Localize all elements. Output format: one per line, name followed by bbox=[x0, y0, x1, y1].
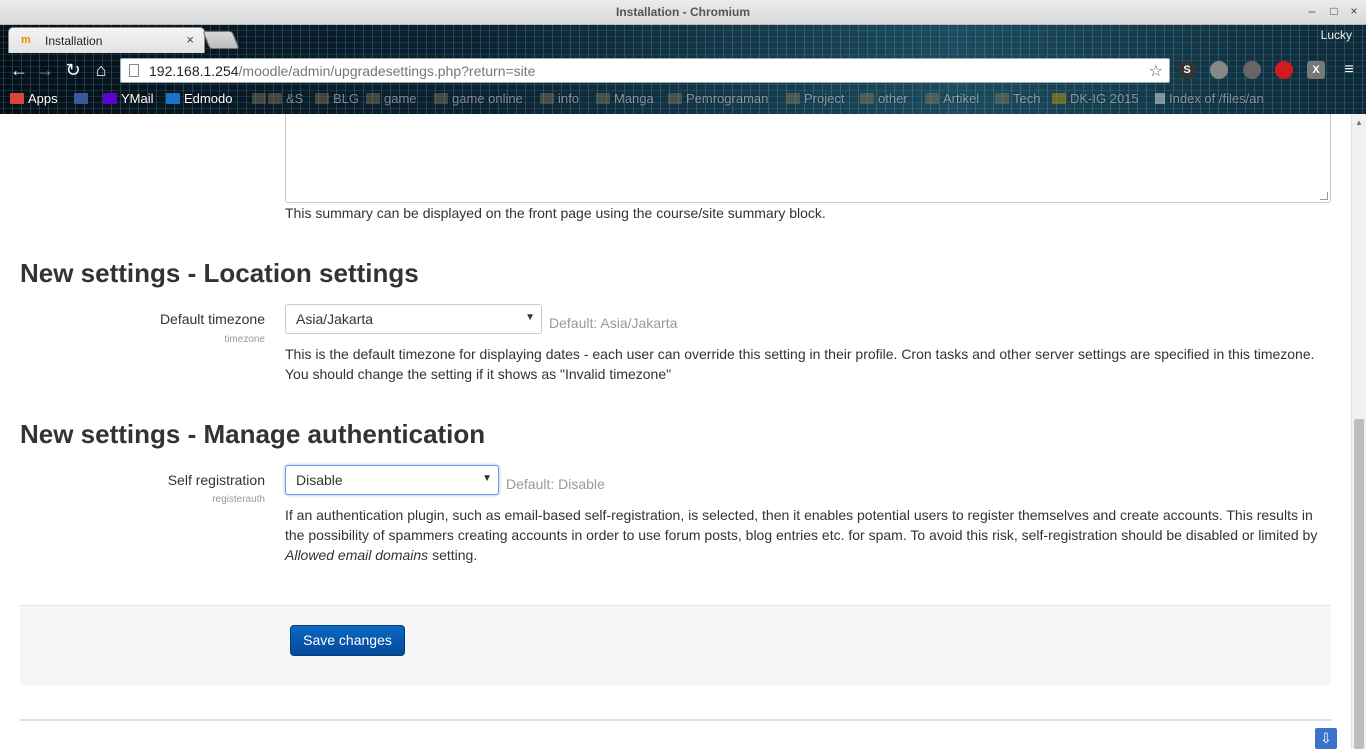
browser-chrome: m Installation × Lucky ← → ↻ ⌂ 192.168.1… bbox=[0, 25, 1366, 114]
extension-s-icon[interactable]: S bbox=[1178, 61, 1196, 79]
vertical-scrollbar[interactable]: ▲ bbox=[1351, 114, 1366, 749]
page-icon bbox=[1155, 93, 1165, 104]
facebook-icon bbox=[74, 93, 88, 104]
site-summary-textarea[interactable] bbox=[285, 114, 1331, 203]
bookmark-folder-2[interactable]: &S bbox=[268, 91, 303, 106]
scroll-down-arrow-icon[interactable]: ⇩ bbox=[1315, 728, 1337, 749]
folder-icon bbox=[252, 93, 266, 104]
window-title: Installation - Chromium bbox=[615, 5, 750, 19]
summary-description: This summary can be displayed on the fro… bbox=[285, 205, 826, 221]
timezone-default: Default: Asia/Jakarta bbox=[549, 315, 678, 331]
apps-grid-icon bbox=[10, 93, 24, 104]
maximize-icon[interactable]: □ bbox=[1326, 3, 1342, 19]
self-registration-key: registerauth bbox=[212, 494, 265, 505]
bookmark-edmodo[interactable]: Edmodo bbox=[166, 91, 232, 106]
address-bar[interactable]: 192.168.1.254/moodle/admin/upgradesettin… bbox=[120, 58, 1170, 83]
bookmark-apps[interactable]: Apps bbox=[10, 91, 58, 106]
yahoo-icon bbox=[103, 93, 117, 104]
url-text[interactable]: 192.168.1.254/moodle/admin/upgradesettin… bbox=[149, 63, 535, 79]
location-settings-heading: New settings - Location settings bbox=[20, 258, 419, 288]
bookmark-folder-8[interactable]: Pemrograman bbox=[668, 91, 768, 106]
minimize-icon[interactable]: – bbox=[1304, 3, 1320, 19]
authentication-heading: New settings - Manage authentication bbox=[20, 419, 486, 449]
scroll-up-icon[interactable]: ▲ bbox=[1355, 118, 1363, 127]
bookmarks-bar: Apps YMail Edmodo &S BLG game game onlin… bbox=[0, 86, 1366, 112]
save-changes-button[interactable]: Save changes bbox=[290, 625, 405, 656]
tab-installation[interactable]: m Installation × bbox=[8, 27, 205, 53]
bookmark-star-icon[interactable]: ☆ bbox=[1149, 61, 1163, 81]
bookmark-folder-3[interactable]: BLG bbox=[315, 91, 359, 106]
page-icon bbox=[129, 64, 139, 77]
browser-toolbar: ← → ↻ ⌂ 192.168.1.254/moodle/admin/upgra… bbox=[0, 54, 1366, 85]
allowed-email-domains-link: Allowed email domains bbox=[285, 547, 429, 563]
folder-icon bbox=[668, 93, 682, 104]
resize-grip-icon[interactable] bbox=[1320, 192, 1328, 200]
timezone-select[interactable]: Asia/Jakarta ▼ bbox=[285, 304, 542, 334]
bookmark-folder-12[interactable]: Tech bbox=[995, 91, 1040, 106]
extension-cloud-icon[interactable] bbox=[1210, 61, 1228, 79]
folder-icon bbox=[925, 93, 939, 104]
folder-icon bbox=[786, 93, 800, 104]
back-arrow-icon[interactable]: ← bbox=[8, 59, 30, 81]
chevron-down-icon: ▼ bbox=[525, 312, 535, 323]
registration-description-line2: the possibility of spammers creating acc… bbox=[285, 527, 1318, 543]
folder-icon bbox=[434, 93, 448, 104]
timezone-description-line2: You should change the setting if it show… bbox=[285, 366, 672, 382]
bookmark-facebook[interactable] bbox=[74, 91, 92, 106]
self-registration-label: Self registration bbox=[167, 472, 265, 488]
edmodo-icon bbox=[166, 93, 180, 104]
tab-label: Installation bbox=[45, 34, 103, 48]
folder-icon bbox=[540, 93, 554, 104]
footer-divider bbox=[20, 719, 1331, 721]
menu-icon[interactable]: ≡ bbox=[1338, 59, 1360, 81]
folder-icon bbox=[366, 93, 380, 104]
extension-globe-icon[interactable] bbox=[1243, 61, 1261, 79]
bookmark-folder-10[interactable]: other bbox=[860, 91, 908, 106]
bookmark-folder-9[interactable]: Project bbox=[786, 91, 844, 106]
extension-opera-icon[interactable] bbox=[1275, 61, 1293, 79]
bookmark-ymail[interactable]: YMail bbox=[103, 91, 154, 106]
extension-x-icon[interactable]: X bbox=[1307, 61, 1325, 79]
bookmark-folder-5[interactable]: game online bbox=[434, 91, 523, 106]
bookmark-folder-7[interactable]: Manga bbox=[596, 91, 654, 106]
timezone-label: Default timezone bbox=[159, 311, 265, 327]
bookmark-folder-4[interactable]: game bbox=[366, 91, 417, 106]
page-content: This summary can be displayed on the fro… bbox=[0, 114, 1351, 749]
tab-close-icon[interactable]: × bbox=[186, 32, 194, 47]
bookmark-dk-ig[interactable]: DK-IG 2015 bbox=[1052, 91, 1139, 106]
chevron-down-icon: ▼ bbox=[482, 473, 492, 484]
dk-icon bbox=[1052, 93, 1066, 104]
window-titlebar: Installation - Chromium – □ × bbox=[0, 0, 1366, 25]
folder-icon bbox=[315, 93, 329, 104]
moodle-favicon-icon: m bbox=[21, 34, 31, 46]
bookmark-folder-6[interactable]: info bbox=[540, 91, 579, 106]
folder-icon bbox=[596, 93, 610, 104]
form-actions: Save changes bbox=[20, 605, 1331, 685]
forward-arrow-icon[interactable]: → bbox=[34, 59, 56, 81]
scrollbar-thumb[interactable] bbox=[1354, 419, 1364, 749]
new-tab-button[interactable] bbox=[202, 31, 240, 49]
reload-icon[interactable]: ↻ bbox=[62, 59, 84, 81]
registration-description-line3: Allowed email domains setting. bbox=[285, 547, 478, 563]
home-icon[interactable]: ⌂ bbox=[90, 59, 112, 81]
self-registration-select[interactable]: Disable ▼ bbox=[285, 465, 499, 495]
folder-icon bbox=[268, 93, 282, 104]
folder-icon bbox=[995, 93, 1009, 104]
bookmark-index-files[interactable]: Index of /files/an bbox=[1155, 91, 1264, 106]
registration-description-line1: If an authentication plugin, such as ema… bbox=[285, 507, 1313, 523]
self-registration-default: Default: Disable bbox=[506, 476, 605, 492]
profile-name[interactable]: Lucky bbox=[1321, 28, 1352, 42]
timezone-description-line1: This is the default timezone for display… bbox=[285, 346, 1315, 362]
close-icon[interactable]: × bbox=[1346, 3, 1362, 19]
timezone-key: timezone bbox=[224, 334, 265, 345]
folder-icon bbox=[860, 93, 874, 104]
bookmark-folder-11[interactable]: Artikel bbox=[925, 91, 979, 106]
